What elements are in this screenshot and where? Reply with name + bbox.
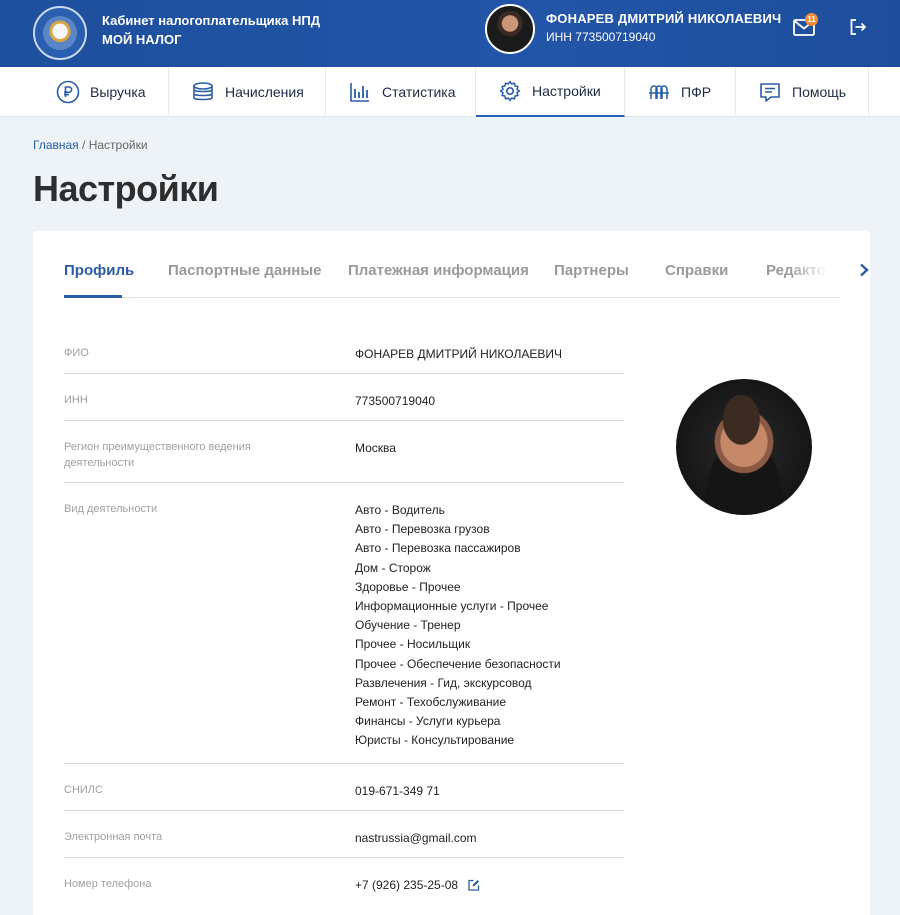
bar-chart-icon	[350, 83, 369, 102]
tabs-fade	[788, 251, 828, 291]
field-label: ФИО	[64, 347, 89, 359]
field-label: Регион преимущественного ведения деятель…	[64, 441, 251, 469]
field-value: 019-671-349 71	[355, 784, 440, 798]
nav-label: Выручка	[90, 84, 146, 100]
field-label: СНИЛС	[64, 784, 103, 796]
tab-label: Паспортные данные	[168, 262, 322, 279]
settings-card: Профиль Паспортные данные Платежная инфо…	[33, 231, 870, 915]
breadcrumb-home[interactable]: Главная	[33, 138, 79, 152]
tab-label: Справки	[665, 262, 729, 279]
list-item: Ремонт - Техобслуживание	[355, 695, 506, 710]
brand-subtitle: МОЙ НАЛОГ	[102, 32, 182, 47]
list-item: Авто - Перевозка грузов	[355, 522, 490, 537]
field-row-email: Электронная почта nastrussia@gmail.com	[64, 811, 624, 858]
nav-item-revenue[interactable]: Выручка	[34, 67, 169, 117]
breadcrumb: Главная / Настройки	[33, 138, 148, 152]
field-label: ИНН	[64, 394, 88, 406]
edit-icon[interactable]	[468, 879, 480, 891]
field-label: Номер телефона	[64, 878, 152, 890]
breadcrumb-current: Настройки	[88, 138, 148, 152]
user-name[interactable]: ФОНАРЕВ ДМИТРИЙ НИКОЛАЕВИЧ	[546, 11, 781, 26]
field-value: ФОНАРЕВ ДМИТРИЙ НИКОЛАЕВИЧ	[355, 347, 562, 361]
list-item: Развлечения - Гид, экскурсовод	[355, 675, 532, 690]
list-item: Дом - Сторож	[355, 560, 431, 575]
field-value: Москва	[355, 441, 396, 455]
activity-list: Авто - Водитель Авто - Перевозка грузов …	[355, 483, 624, 767]
list-item: Прочее - Носильщик	[355, 637, 471, 652]
gear-icon	[499, 80, 521, 102]
nav-label: Настройки	[532, 83, 601, 99]
tab-label: Партнеры	[554, 262, 629, 279]
nav-item-pfr[interactable]: ПФР	[625, 67, 736, 117]
field-label: Вид деятельности	[64, 503, 158, 515]
tab-payment[interactable]: Платежная информация	[348, 262, 529, 279]
field-row-activity: Вид деятельности Авто - Водитель Авто - …	[64, 483, 624, 764]
tab-profile[interactable]: Профиль	[64, 262, 134, 279]
emblem-core	[43, 16, 77, 50]
field-row-region: Регион преимущественного ведения деятель…	[64, 421, 624, 483]
list-item: Информационные услуги - Прочее	[355, 599, 549, 614]
user-avatar[interactable]	[485, 4, 535, 54]
breadcrumb-separator: /	[78, 138, 89, 152]
list-item: Здоровье - Прочее	[355, 579, 461, 594]
nav-label: ПФР	[681, 84, 712, 100]
nav-label: Начисления	[225, 84, 304, 100]
profile-fields: ФИО ФОНАРЕВ ДМИТРИЙ НИКОЛАЕВИЧ ИНН 77350…	[64, 327, 624, 905]
ruble-icon	[56, 80, 80, 104]
field-value: 773500719040	[355, 394, 436, 408]
field-value: +7 (926) 235-25-08	[355, 878, 459, 892]
app-header: Кабинет налогоплательщика НПД МОЙ НАЛОГ …	[0, 0, 900, 67]
brand[interactable]: Кабинет налогоплательщика НПД МОЙ НАЛОГ	[102, 11, 320, 49]
phone-value: +7 (926) 235-25-08	[355, 858, 624, 911]
field-row-snils: СНИЛС 019-671-349 71	[64, 764, 624, 811]
nav-item-charges[interactable]: Начисления	[169, 67, 326, 117]
page-title: Настройки	[33, 168, 219, 209]
help-chat-icon	[760, 83, 780, 102]
list-item: Юристы - Консультирование	[355, 733, 515, 748]
tab-certificates[interactable]: Справки	[665, 262, 728, 279]
field-label: Электронная почта	[64, 831, 163, 843]
profile-photo[interactable]	[676, 379, 812, 515]
nav-item-statistics[interactable]: Статистика	[326, 67, 476, 117]
field-row-phone: Номер телефона +7 (926) 235-25-08	[64, 858, 624, 905]
nav-item-help[interactable]: Помощь	[736, 67, 869, 117]
pfr-icon	[649, 85, 669, 99]
user-inn: ИНН 773500719040	[546, 30, 656, 44]
field-row-fio: ФИО ФОНАРЕВ ДМИТРИЙ НИКОЛАЕВИЧ	[64, 327, 624, 374]
list-item: Авто - Водитель	[355, 503, 445, 517]
list-item: Авто - Перевозка пассажиров	[355, 541, 521, 556]
list-item: Прочее - Обеспечение безопасности	[355, 656, 561, 671]
active-tab-indicator	[64, 295, 122, 298]
field-row-inn: ИНН 773500719040	[64, 374, 624, 421]
notification-badge: 11	[805, 13, 818, 26]
logout-icon[interactable]	[849, 18, 867, 36]
main-nav: Выручка Начисления Статистика Настройки …	[0, 67, 900, 117]
coins-icon	[193, 82, 213, 101]
tab-label: Профиль	[64, 262, 135, 279]
nav-label: Помощь	[792, 84, 847, 100]
tab-partners[interactable]: Партнеры	[554, 262, 629, 279]
field-value: nastrussia@gmail.com	[355, 831, 477, 845]
nav-item-settings[interactable]: Настройки	[476, 67, 625, 117]
fns-emblem-logo[interactable]	[33, 6, 87, 60]
chevron-right-icon[interactable]	[858, 263, 870, 277]
nav-label: Статистика	[382, 84, 456, 100]
list-item: Обучение - Тренер	[355, 618, 461, 633]
list-item: Финансы - Услуги курьера	[355, 714, 501, 729]
settings-tabs: Профиль Паспортные данные Платежная инфо…	[64, 231, 869, 298]
brand-title: Кабинет налогоплательщика НПД	[102, 13, 321, 28]
tab-passport[interactable]: Паспортные данные	[168, 262, 322, 279]
tab-label: Платежная информация	[348, 262, 529, 279]
